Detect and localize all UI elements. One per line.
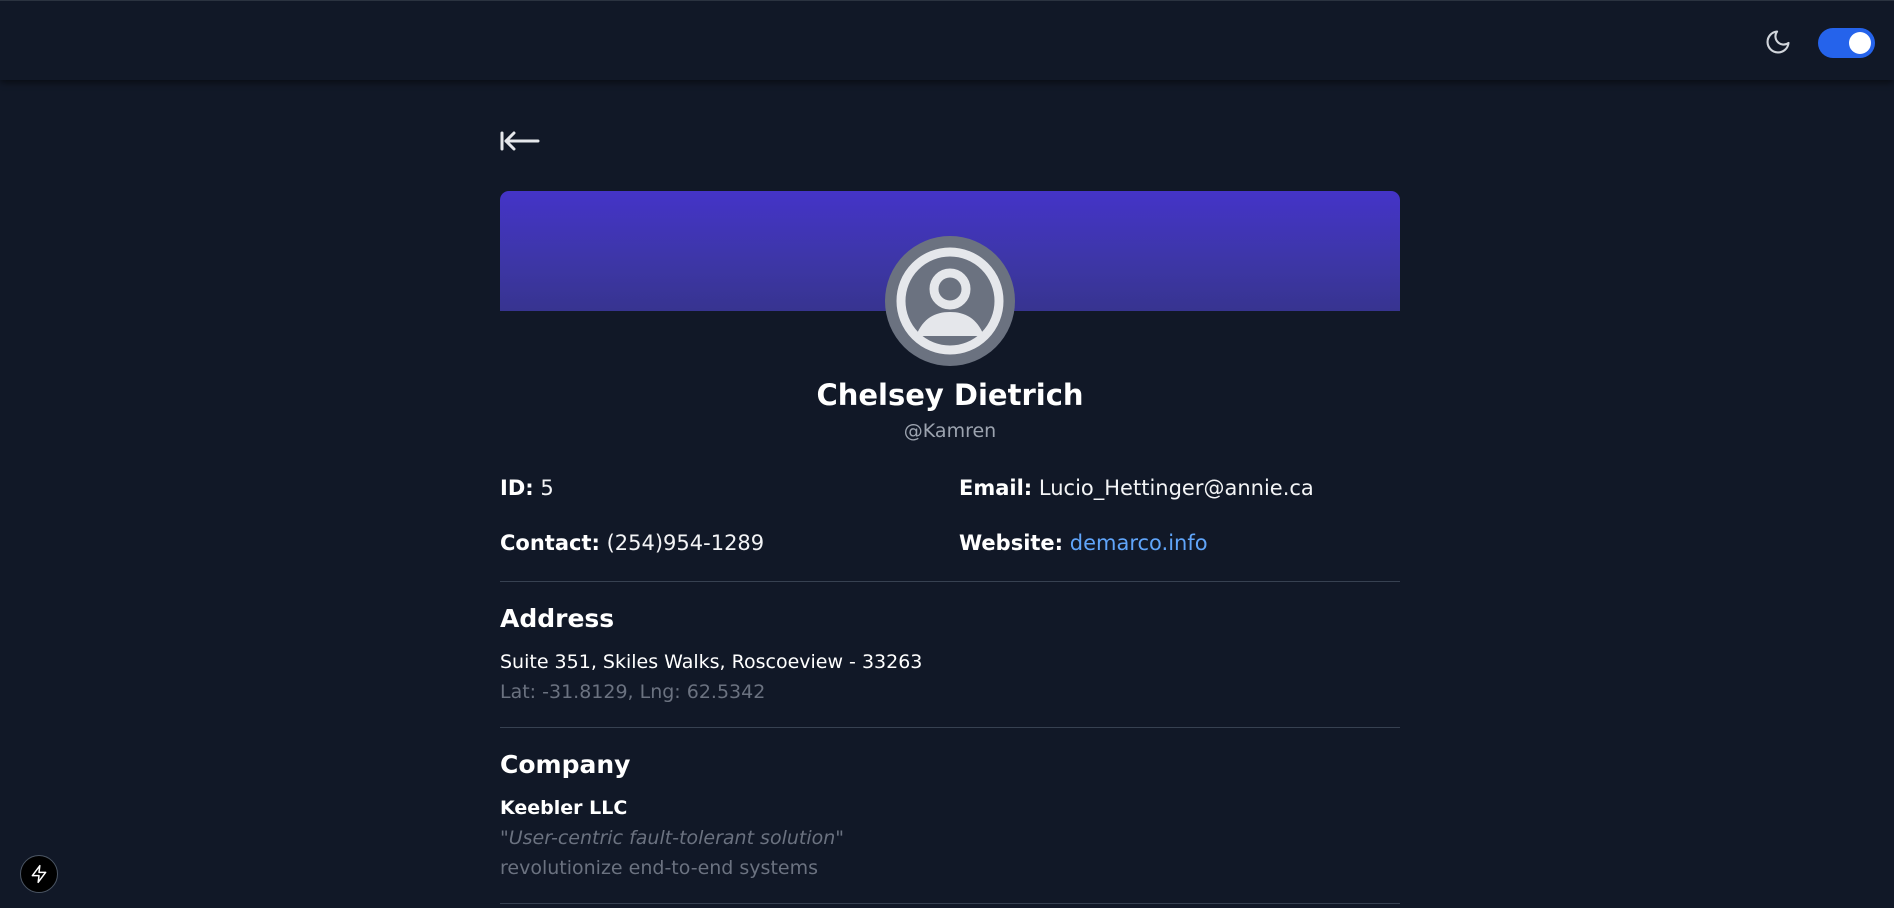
divider [500, 727, 1400, 728]
website-link[interactable]: demarco.info [1070, 531, 1208, 555]
avatar [885, 236, 1015, 366]
dev-tools-button[interactable] [20, 855, 58, 893]
company-name: Keebler LLC [500, 797, 628, 819]
dark-mode-toggle[interactable] [1818, 28, 1875, 58]
address-street: Suite 351, Skiles Walks, Roscoeview - 33… [500, 651, 923, 673]
divider [500, 581, 1400, 582]
address-heading: Address [500, 604, 615, 633]
contact-label: Contact: [500, 531, 600, 555]
id-field: ID: 5 [500, 476, 554, 500]
back-button[interactable] [500, 125, 540, 157]
company-bs: revolutionize end-to-end systems [500, 857, 818, 879]
company-catch-phrase: "User-centric fault-tolerant solution" [500, 827, 845, 849]
id-value: 5 [540, 476, 554, 500]
user-circle-icon [896, 247, 1004, 355]
toggle-knob [1849, 32, 1871, 54]
website-label: Website: [959, 531, 1064, 555]
address-geo: Lat: -31.8129, Lng: 62.5342 [500, 681, 766, 703]
divider [500, 903, 1400, 904]
contact-field: Contact: (254)954-1289 [500, 531, 764, 555]
email-field: Email: Lucio_Hettinger@annie.ca [959, 476, 1314, 500]
contact-value: (254)954-1289 [606, 531, 765, 555]
email-label: Email: [959, 476, 1033, 500]
lightning-bolt-icon [31, 864, 47, 884]
company-heading: Company [500, 750, 631, 779]
moon-icon[interactable] [1764, 28, 1792, 56]
profile-username: @Kamren [903, 420, 997, 442]
top-navbar [0, 0, 1894, 80]
website-field: Website: demarco.info [959, 531, 1208, 555]
email-value: Lucio_Hettinger@annie.ca [1038, 476, 1314, 500]
profile-name: Chelsey Dietrich [816, 378, 1084, 412]
id-label: ID: [500, 476, 534, 500]
